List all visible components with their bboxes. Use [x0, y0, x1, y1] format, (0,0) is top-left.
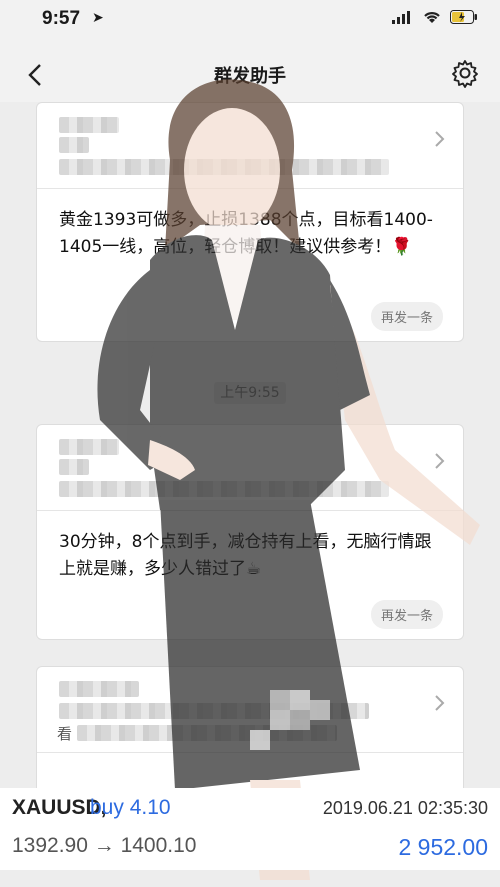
message-text: 30分钟，8个点到手，减仓持有上看，无脑行情跟上就是赚，多少人错过了☕ [59, 532, 432, 579]
chevron-right-icon [435, 453, 445, 469]
trade-side: buy 4.10 [90, 796, 171, 819]
blurred-text [59, 159, 389, 175]
nav-bar: 群发助手 [0, 40, 500, 102]
resend-button[interactable]: 再发一条 [370, 302, 443, 331]
location-arrow-icon: ➤ [92, 10, 104, 26]
status-bar: 9:57 ➤ [0, 0, 500, 40]
time-divider-text: 上午9:55 [214, 382, 286, 404]
wifi-icon [424, 12, 440, 23]
signal-icon [392, 11, 410, 24]
trade-result-panel: XAUUSD, buy 4.10 2019.06.21 02:35:30 139… [0, 788, 500, 870]
page-title: 群发助手 [214, 66, 286, 87]
chevron-right-icon [435, 131, 445, 147]
recipient-list[interactable] [37, 103, 463, 189]
battery-icon [450, 10, 477, 24]
blurred-text [59, 681, 139, 697]
resend-button[interactable]: 再发一条 [370, 600, 443, 629]
blurred-text [59, 459, 89, 475]
gear-icon[interactable] [450, 58, 480, 88]
recipient-list[interactable]: 看 [37, 667, 463, 753]
broadcast-card-2[interactable]: 30分钟，8个点到手，减仓持有上看，无脑行情跟上就是赚，多少人错过了☕ 再发一条 [36, 424, 464, 640]
trade-profit: 2 952.00 [398, 834, 488, 860]
blurred-text [59, 117, 119, 133]
recipient-list[interactable] [37, 425, 463, 511]
status-indicators [392, 10, 478, 24]
time-divider: 上午9:55 [0, 382, 500, 404]
blurred-text [77, 725, 337, 741]
status-time: 9:57 [42, 8, 81, 29]
recipient-prefix: 看 [57, 725, 73, 743]
trade-datetime: 2019.06.21 02:35:30 [322, 798, 488, 818]
message-text: 黄金1393可做多，止损1388个点，目标看1400-1405一线，高位，轻仓博… [59, 210, 433, 257]
blurred-text [59, 439, 119, 455]
broadcast-card-1[interactable]: 黄金1393可做多，止损1388个点，目标看1400-1405一线，高位，轻仓博… [36, 102, 464, 342]
trade-prices: 1392.90 → 1400.10 [12, 834, 197, 857]
blurred-text [59, 481, 389, 497]
blurred-text [59, 703, 369, 719]
blurred-text [59, 137, 89, 153]
chevron-right-icon [435, 695, 445, 711]
